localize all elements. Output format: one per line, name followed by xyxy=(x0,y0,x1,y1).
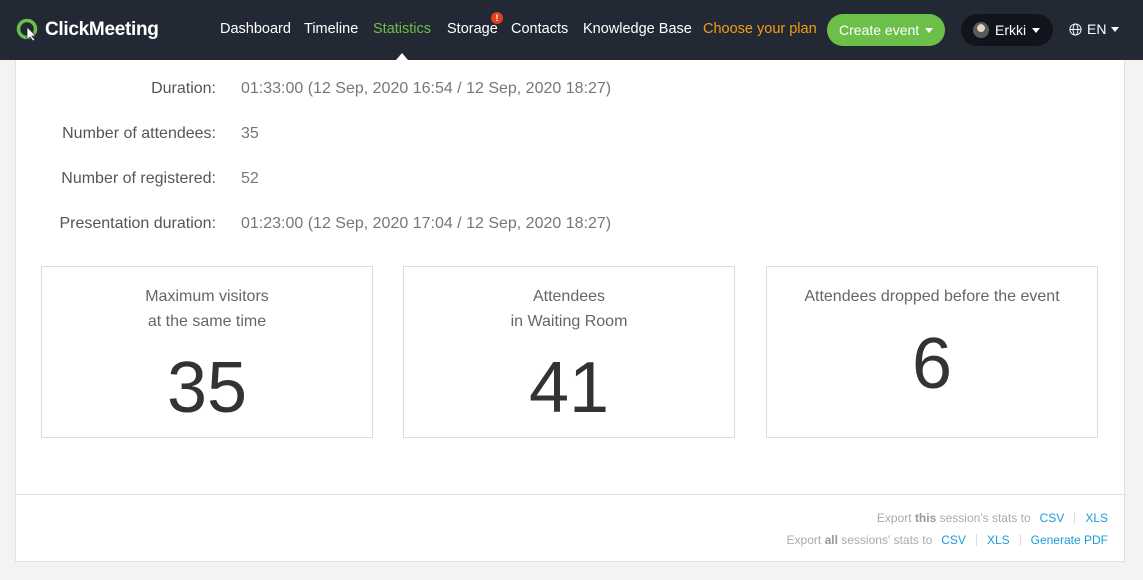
card-label-line: in Waiting Room xyxy=(510,313,628,330)
nav-choose-plan[interactable]: Choose your plan xyxy=(703,21,817,37)
divider xyxy=(1019,534,1021,546)
nav-storage[interactable]: Storage xyxy=(447,21,498,37)
top-navigation-bar: ClickMeeting Dashboard Timeline Statisti… xyxy=(0,0,1143,60)
chevron-down-icon xyxy=(925,28,933,33)
card-label-line: Attendees dropped before the event xyxy=(804,288,1060,305)
avatar xyxy=(973,22,989,38)
storage-alert-badge: ! xyxy=(491,12,503,24)
active-nav-indicator xyxy=(396,53,408,60)
registered-label: Number of registered: xyxy=(61,170,216,187)
max-visitors-card: Maximum visitors at the same time 35 xyxy=(41,266,373,438)
language-selector[interactable]: EN xyxy=(1069,21,1120,37)
export-prefix: Export xyxy=(786,533,822,547)
logo-icon xyxy=(16,18,38,42)
export-all-csv-link[interactable]: CSV xyxy=(941,533,966,547)
presentation-duration-value: 01:23:00 (12 Sep, 2020 17:04 / 12 Sep, 2… xyxy=(241,215,612,232)
generate-pdf-link[interactable]: Generate PDF xyxy=(1031,533,1108,547)
nav-timeline[interactable]: Timeline xyxy=(304,21,358,37)
card-label-line: Maximum visitors xyxy=(145,288,269,305)
export-this-session: Export this session's stats to CSV XLS xyxy=(877,511,1108,525)
waiting-room-card: Attendees in Waiting Room 41 xyxy=(403,266,735,438)
user-name: Erkki xyxy=(995,22,1027,38)
max-visitors-value: 35 xyxy=(166,348,248,428)
duration-row: Duration: 01:33:00 (12 Sep, 2020 16:54 /… xyxy=(16,80,1126,100)
dropped-attendees-card: Attendees dropped before the event 6 xyxy=(766,266,1098,438)
export-text: Export all sessions' stats to xyxy=(787,533,933,547)
registered-row: Number of registered: 52 xyxy=(16,170,1126,190)
attendees-value: 35 xyxy=(241,125,259,142)
nav-contacts[interactable]: Contacts xyxy=(511,21,568,37)
export-bold: this xyxy=(914,511,937,525)
globe-icon xyxy=(1069,22,1082,36)
session-statistics-panel: Duration: 01:33:00 (12 Sep, 2020 16:54 /… xyxy=(15,60,1126,562)
export-suffix: session's stats to xyxy=(939,511,1031,525)
export-this-csv-link[interactable]: CSV xyxy=(1040,511,1065,525)
export-this-xls-link[interactable]: XLS xyxy=(1085,511,1108,525)
divider xyxy=(975,534,977,546)
chevron-down-icon xyxy=(1111,26,1120,32)
card-label-line: at the same time xyxy=(147,313,267,330)
duration-value: 01:33:00 (12 Sep, 2020 16:54 / 12 Sep, 2… xyxy=(241,80,612,97)
logo-text: ClickMeeting xyxy=(45,19,159,40)
attendees-row: Number of attendees: 35 xyxy=(16,125,1126,145)
attendees-label: Number of attendees: xyxy=(62,125,216,142)
presentation-duration-label: Presentation duration: xyxy=(59,215,216,232)
language-code: EN xyxy=(1087,21,1107,37)
export-suffix: sessions' stats to xyxy=(841,533,933,547)
user-menu-button[interactable]: Erkki xyxy=(961,14,1053,46)
divider xyxy=(1074,512,1076,524)
nav-dashboard[interactable]: Dashboard xyxy=(220,21,291,37)
chevron-down-icon xyxy=(1032,28,1040,33)
waiting-room-value: 41 xyxy=(528,348,610,428)
card-label: Attendees dropped before the event xyxy=(767,284,1097,309)
card-label: Maximum visitors at the same time xyxy=(42,284,372,334)
export-prefix: Export xyxy=(876,511,912,525)
create-event-label: Create event xyxy=(839,22,920,38)
create-event-button[interactable]: Create event xyxy=(827,14,945,46)
presentation-duration-row: Presentation duration: 01:23:00 (12 Sep,… xyxy=(16,215,1126,235)
duration-label: Duration: xyxy=(151,80,216,97)
nav-statistics[interactable]: Statistics xyxy=(373,21,431,37)
registered-value: 52 xyxy=(241,170,259,187)
export-all-sessions: Export all sessions' stats to CSV XLS Ge… xyxy=(787,533,1108,547)
nav-knowledge-base[interactable]: Knowledge Base xyxy=(583,21,692,37)
clickmeeting-logo[interactable]: ClickMeeting xyxy=(16,17,159,43)
export-bold: all xyxy=(824,533,838,547)
card-label: Attendees in Waiting Room xyxy=(404,284,734,334)
export-text: Export this session's stats to xyxy=(877,511,1031,525)
card-label-line: Attendees xyxy=(532,288,606,305)
footer-divider xyxy=(16,494,1126,495)
dropped-attendees-value: 6 xyxy=(911,324,953,404)
export-all-xls-link[interactable]: XLS xyxy=(987,533,1010,547)
